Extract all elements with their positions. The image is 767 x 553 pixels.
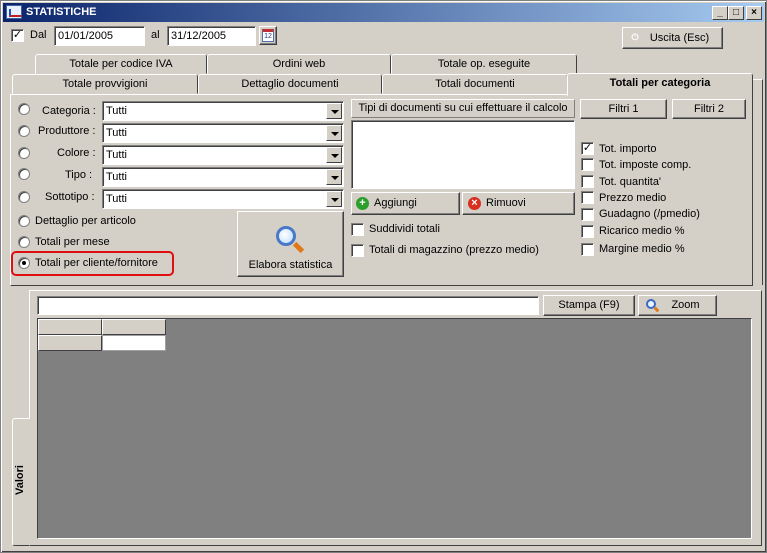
totali-magazzino-label: Totali di magazzino (prezzo medio) bbox=[369, 244, 539, 256]
exit-button-label: Uscita (Esc) bbox=[649, 32, 710, 44]
calendar-icon: 12 bbox=[262, 29, 274, 42]
close-button[interactable]: × bbox=[746, 6, 762, 20]
radio-produttore[interactable] bbox=[18, 125, 30, 137]
grouping-label-cliente-fornitore: Totali per cliente/fornitore bbox=[35, 257, 158, 269]
exit-icon: ⏻ bbox=[631, 32, 639, 42]
chevron-down-icon[interactable] bbox=[326, 125, 342, 141]
radio-tipo[interactable] bbox=[18, 168, 30, 180]
prezzo-medio-label: Prezzo medio bbox=[599, 192, 667, 204]
filter-label-produttore: Produttore : bbox=[38, 125, 96, 137]
minimize-button[interactable]: _ bbox=[712, 6, 728, 20]
grid-cell[interactable] bbox=[102, 335, 166, 351]
tot-importo-label: Tot. importo bbox=[599, 143, 657, 155]
remove-icon: × bbox=[468, 197, 481, 210]
radio-totali-cliente-fornitore[interactable] bbox=[18, 257, 30, 269]
tot-imposte-checkbox[interactable] bbox=[581, 158, 594, 171]
maximize-button[interactable]: □ bbox=[728, 6, 744, 20]
radio-colore[interactable] bbox=[18, 147, 30, 159]
ricarico-medio-checkbox[interactable] bbox=[581, 225, 594, 238]
zoom-button[interactable]: Zoom bbox=[638, 295, 717, 316]
dal-label: Dal bbox=[30, 29, 47, 41]
statistiche-window: STATISTICHE _ □ × ✓ Dal 01/01/2005 al 31… bbox=[0, 0, 767, 553]
date-to-input[interactable]: 31/12/2005 bbox=[167, 26, 256, 46]
suddividi-totali-label: Suddividi totali bbox=[369, 223, 440, 235]
tab-totale-op-eseguite[interactable]: Totale op. eseguite bbox=[391, 54, 577, 74]
filtri-2-button[interactable]: Filtri 2 bbox=[672, 99, 746, 119]
guadagno-label: Guadagno (/pmedio) bbox=[599, 208, 700, 220]
margine-medio-checkbox[interactable] bbox=[581, 243, 594, 256]
filtri-1-button[interactable]: Filtri 1 bbox=[580, 99, 667, 119]
results-grid[interactable] bbox=[37, 318, 752, 539]
colore-select[interactable]: Tutti bbox=[102, 145, 344, 165]
window-title: STATISTICHE bbox=[26, 6, 97, 18]
elabora-label: Elabora statistica bbox=[248, 259, 333, 271]
chevron-down-icon[interactable] bbox=[326, 103, 342, 119]
filter-label-tipo: Tipo : bbox=[65, 169, 93, 181]
title-bar[interactable]: STATISTICHE _ □ × bbox=[3, 3, 764, 22]
chevron-down-icon[interactable] bbox=[326, 191, 342, 207]
tot-importo-checkbox[interactable]: ✓ bbox=[581, 142, 594, 155]
calendar-button[interactable]: 12 bbox=[259, 26, 277, 45]
radio-categoria[interactable] bbox=[18, 103, 30, 115]
prezzo-medio-checkbox[interactable] bbox=[581, 191, 594, 204]
filter-label-colore: Colore : bbox=[57, 147, 96, 159]
grouping-label-articolo: Dettaglio per articolo bbox=[35, 215, 136, 227]
tab-valori-label: Valori bbox=[13, 465, 26, 495]
app-chart-icon bbox=[6, 5, 22, 19]
tot-imposte-label: Tot. imposte comp. bbox=[599, 159, 692, 171]
tot-quantita-checkbox[interactable] bbox=[581, 175, 594, 188]
tab-ordini-web[interactable]: Ordini web bbox=[207, 54, 391, 74]
chevron-down-icon[interactable] bbox=[326, 169, 342, 185]
date-from-input[interactable]: 01/01/2005 bbox=[54, 26, 145, 46]
magnifier-icon bbox=[276, 226, 296, 246]
tab-valori[interactable]: Valori bbox=[12, 418, 30, 546]
radio-totali-mese[interactable] bbox=[18, 236, 30, 248]
radio-dettaglio-articolo[interactable] bbox=[18, 215, 30, 227]
sottotipo-select[interactable]: Tutti bbox=[102, 189, 344, 209]
margine-medio-label: Margine medio % bbox=[599, 243, 685, 255]
grouping-label-mese: Totali per mese bbox=[35, 236, 110, 248]
tab-dettaglio-documenti[interactable]: Dettaglio documenti bbox=[198, 74, 382, 94]
tab-scroll-strip bbox=[753, 79, 763, 285]
magnifier-handle bbox=[292, 241, 305, 254]
tab-totale-provvigioni[interactable]: Totale provvigioni bbox=[12, 74, 198, 94]
exit-button[interactable]: ⏻ Uscita (Esc) bbox=[622, 27, 723, 49]
radio-sottotipo[interactable] bbox=[18, 191, 30, 203]
tab-totale-codice-iva[interactable]: Totale per codice IVA bbox=[35, 54, 207, 74]
al-label: al bbox=[151, 29, 160, 41]
results-search-input[interactable] bbox=[37, 296, 539, 315]
filter-label-categoria: Categoria : bbox=[42, 105, 96, 117]
tipo-select[interactable]: Tutti bbox=[102, 167, 344, 187]
rimuovi-button[interactable]: × Rimuovi bbox=[462, 192, 575, 215]
tab-totali-documenti[interactable]: Totali documenti bbox=[382, 74, 568, 94]
totali-magazzino-checkbox[interactable] bbox=[351, 244, 364, 257]
add-icon: + bbox=[356, 197, 369, 210]
grid-corner-header bbox=[38, 319, 102, 335]
categoria-select[interactable]: Tutti bbox=[102, 101, 344, 121]
elabora-statistica-button[interactable]: Elabora statistica bbox=[237, 211, 344, 277]
grid-row-header[interactable] bbox=[38, 335, 102, 351]
tab-totali-per-categoria[interactable]: Totali per categoria bbox=[567, 73, 753, 96]
tot-quantita-label: Tot. quantita' bbox=[599, 176, 662, 188]
filter-label-sottotipo: Sottotipo : bbox=[45, 191, 95, 203]
chevron-down-icon[interactable] bbox=[326, 147, 342, 163]
stampa-button[interactable]: Stampa (F9) bbox=[543, 295, 635, 316]
produttore-select[interactable]: Tutti bbox=[102, 123, 344, 143]
ricarico-medio-label: Ricarico medio % bbox=[599, 225, 685, 237]
guadagno-checkbox[interactable] bbox=[581, 208, 594, 221]
grid-column-header[interactable] bbox=[102, 319, 166, 335]
aggiungi-button[interactable]: + Aggiungi bbox=[351, 192, 460, 215]
doc-types-list[interactable] bbox=[351, 120, 575, 189]
suddividi-totali-checkbox[interactable] bbox=[351, 223, 364, 236]
doc-types-header: Tipi di documenti su cui effettuare il c… bbox=[351, 99, 575, 118]
zoom-icon-handle bbox=[653, 306, 660, 313]
dal-checkbox[interactable]: ✓ bbox=[11, 29, 24, 42]
